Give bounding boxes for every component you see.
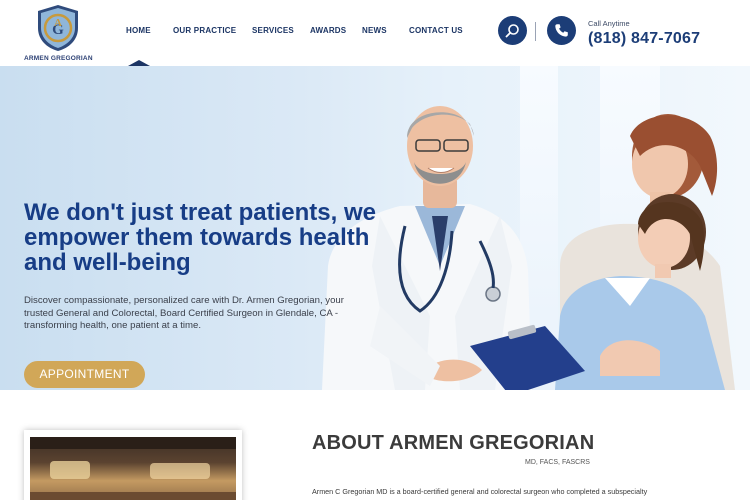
site-header: G A ARMEN GREGORIAN HOME OUR PRACTICE SE…	[0, 0, 750, 66]
hero-description: Discover compassionate, personalized car…	[24, 295, 344, 331]
phone-icon	[555, 24, 568, 37]
appointment-button[interactable]: APPOINTMENT	[24, 361, 145, 388]
search-icon	[505, 24, 519, 38]
shield-logo-icon: G A	[38, 5, 78, 51]
hero-section: We don't just treat patients, we empower…	[0, 66, 750, 390]
header-divider	[535, 22, 536, 41]
nav-services[interactable]: SERVICES	[252, 26, 294, 35]
about-credentials: MD, FACS, FASCRS	[525, 459, 590, 466]
about-photo-image	[30, 437, 236, 500]
nav-news[interactable]: NEWS	[362, 26, 387, 35]
call-button[interactable]	[547, 16, 576, 45]
page: G A ARMEN GREGORIAN HOME OUR PRACTICE SE…	[0, 0, 750, 500]
about-photo-frame	[24, 430, 242, 500]
hero-headline: We don't just treat patients, we empower…	[24, 199, 376, 276]
phone-number[interactable]: (818) 847-7067	[588, 30, 700, 48]
svg-text:A: A	[54, 17, 62, 29]
call-anytime-label: Call Anytime	[588, 19, 630, 28]
search-button[interactable]	[498, 16, 527, 45]
about-photo	[30, 437, 236, 500]
nav-contact-us[interactable]: CONTACT US	[409, 26, 463, 35]
about-title: ABOUT ARMEN GREGORIAN	[312, 432, 595, 454]
about-text: Armen C Gregorian MD is a board-certifie…	[312, 487, 648, 496]
nav-awards[interactable]: AWARDS	[310, 26, 346, 35]
logo-text: ARMEN GREGORIAN	[24, 55, 93, 62]
nav-home[interactable]: HOME	[126, 26, 151, 35]
nav-our-practice[interactable]: OUR PRACTICE	[173, 26, 236, 35]
logo[interactable]: G A ARMEN GREGORIAN	[24, 4, 93, 62]
